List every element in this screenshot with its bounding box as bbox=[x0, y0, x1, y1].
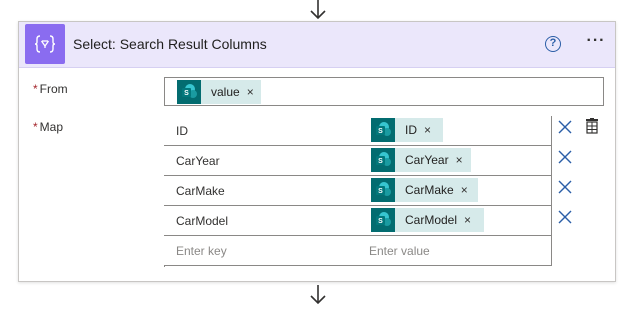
sharepoint-icon: S bbox=[371, 148, 395, 172]
remove-token-button[interactable]: × bbox=[424, 123, 431, 137]
key-placeholder: Enter key bbox=[176, 244, 227, 258]
required-mark: * bbox=[33, 82, 38, 96]
remove-token-button[interactable]: × bbox=[247, 85, 254, 99]
svg-text:S: S bbox=[184, 90, 189, 97]
from-label: * From bbox=[33, 82, 68, 96]
from-input[interactable]: S value × bbox=[164, 77, 604, 106]
delete-row-icon[interactable] bbox=[557, 119, 573, 135]
map-key-cell[interactable]: CarMake bbox=[164, 176, 358, 206]
sharepoint-icon: S bbox=[371, 118, 395, 142]
variable-braces-icon bbox=[25, 24, 65, 64]
map-key: CarYear bbox=[176, 154, 220, 168]
map-value-cell[interactable]: S CarYear × bbox=[357, 146, 552, 176]
from-label-text: From bbox=[39, 82, 68, 96]
sharepoint-icon: S bbox=[371, 208, 395, 232]
map-label-text: Map bbox=[39, 120, 64, 134]
sharepoint-icon: S bbox=[177, 80, 201, 104]
map-table: ID S ID × CarYear S CarYear × CarMake S … bbox=[164, 116, 552, 267]
map-value-token[interactable]: S ID × bbox=[371, 118, 443, 142]
map-key-cell[interactable]: CarModel bbox=[164, 206, 358, 236]
sharepoint-icon: S bbox=[371, 178, 395, 202]
map-value-cell[interactable]: S CarModel × bbox=[357, 206, 552, 236]
map-value-cell[interactable]: S ID × bbox=[357, 116, 552, 146]
token-label: value bbox=[211, 85, 240, 99]
remove-token-button[interactable]: × bbox=[456, 153, 463, 167]
svg-text:S: S bbox=[378, 188, 383, 195]
map-value-token[interactable]: S CarModel × bbox=[371, 208, 484, 232]
more-options-button[interactable]: ··· bbox=[584, 33, 608, 53]
map-key: CarModel bbox=[176, 214, 229, 228]
action-header[interactable]: Select: Search Result Columns ? ··· bbox=[19, 22, 615, 68]
token-label: ID bbox=[405, 123, 417, 137]
map-key: CarMake bbox=[176, 184, 225, 198]
switch-to-text-mode-icon[interactable] bbox=[585, 118, 599, 134]
select-action-card: Select: Search Result Columns ? ··· * Fro… bbox=[18, 21, 616, 282]
svg-text:S: S bbox=[378, 218, 383, 225]
delete-row-icon[interactable] bbox=[557, 149, 573, 165]
flow-arrow-down-icon bbox=[310, 285, 326, 305]
svg-text:S: S bbox=[378, 128, 383, 135]
new-key-input[interactable]: Enter key bbox=[164, 236, 358, 266]
map-label: * Map bbox=[33, 120, 63, 134]
map-value-cell[interactable]: S CarMake × bbox=[357, 176, 552, 206]
help-button[interactable]: ? bbox=[545, 36, 561, 52]
delete-row-icon[interactable] bbox=[557, 179, 573, 195]
remove-token-button[interactable]: × bbox=[464, 213, 471, 227]
svg-text:S: S bbox=[378, 158, 383, 165]
token-label: CarYear bbox=[405, 153, 449, 167]
required-mark: * bbox=[33, 120, 38, 134]
remove-token-button[interactable]: × bbox=[461, 183, 468, 197]
from-value-token[interactable]: S value × bbox=[177, 80, 261, 104]
value-placeholder: Enter value bbox=[369, 244, 430, 258]
map-key: ID bbox=[176, 124, 188, 138]
map-value-token[interactable]: S CarYear × bbox=[371, 148, 471, 172]
token-label: CarModel bbox=[405, 213, 458, 227]
delete-row-icon[interactable] bbox=[557, 209, 573, 225]
action-title: Select: Search Result Columns bbox=[73, 36, 267, 52]
map-key-cell[interactable]: CarYear bbox=[164, 146, 358, 176]
map-value-token[interactable]: S CarMake × bbox=[371, 178, 478, 202]
token-label: CarMake bbox=[405, 183, 454, 197]
new-value-input[interactable]: Enter value bbox=[357, 236, 552, 266]
map-key-cell[interactable]: ID bbox=[164, 116, 358, 146]
flow-arrow-down-icon bbox=[310, 0, 326, 20]
